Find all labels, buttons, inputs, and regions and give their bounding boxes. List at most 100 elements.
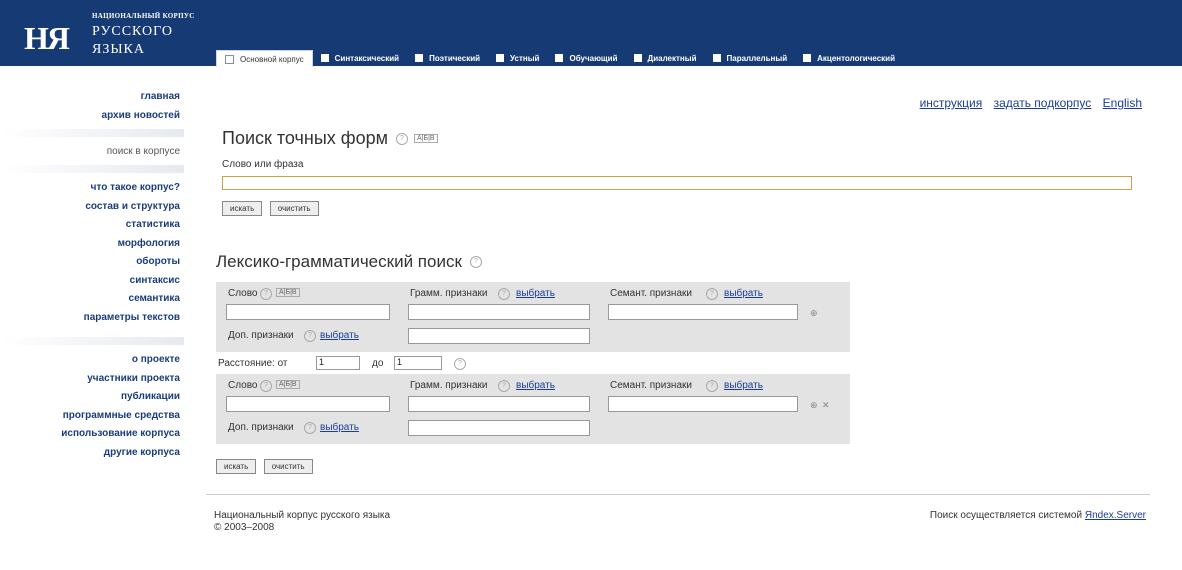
keyboard-abv-icon[interactable]: А|Б|В xyxy=(276,288,300,297)
phrase-label: Слово или фраза xyxy=(222,159,304,170)
help-icon[interactable]: ? xyxy=(469,256,482,268)
footer-divider xyxy=(206,494,1150,495)
tab-label: Основной корпус xyxy=(240,54,304,64)
sidebar-item-phrases[interactable]: обороты xyxy=(0,253,180,272)
help-icon[interactable]: ? xyxy=(498,288,510,300)
tab-label: Поэтический xyxy=(429,53,481,63)
add-word-icon[interactable]: ⊕ xyxy=(810,308,818,319)
tab-label: Устный xyxy=(510,53,540,63)
extra-choose-link[interactable]: выбрать xyxy=(320,422,359,433)
subcorpus-link[interactable]: задать подкорпус xyxy=(994,96,1092,110)
exact-search-button[interactable]: искать xyxy=(222,201,263,216)
lex-search-title: Лексико-грамматический поиск xyxy=(216,252,462,271)
english-link[interactable]: English xyxy=(1103,96,1142,110)
word-block-1: Слово ? А|Б|В Грамм. признаки ? выбрать … xyxy=(216,282,850,352)
distance-from-input[interactable]: 1 xyxy=(316,356,360,370)
lex-clear-button[interactable]: очистить xyxy=(263,459,313,474)
instruction-link[interactable]: инструкция xyxy=(920,96,983,110)
tab-syntactic[interactable]: Синтаксический xyxy=(313,50,407,66)
gramm-choose-link[interactable]: выбрать xyxy=(516,288,555,299)
sidebar-item-about[interactable]: о проекте xyxy=(0,351,180,370)
sidebar-item-home[interactable]: главная xyxy=(0,88,180,107)
tab-spoken[interactable]: Устный xyxy=(488,50,547,66)
footer-right: Поиск осуществляется системой Яndex.Serv… xyxy=(930,510,1146,521)
exact-clear-button[interactable]: очистить xyxy=(269,201,319,216)
extra-choose-link[interactable]: выбрать xyxy=(320,330,359,341)
tab-main-corpus[interactable]: Основной корпус xyxy=(216,50,313,67)
logo[interactable]: НЯ xyxy=(10,8,82,60)
logo-mark: НЯ xyxy=(24,20,70,56)
tab-square-icon xyxy=(415,54,424,62)
help-icon[interactable]: ? xyxy=(454,358,466,370)
sidebar-item-participants[interactable]: участники проекта xyxy=(0,370,180,389)
sidebar-item-software[interactable]: программные средства xyxy=(0,407,180,426)
gramm-choose-link[interactable]: выбрать xyxy=(516,380,555,391)
exact-search-section: Поиск точных форм ? А|Б|В Слово или фраз… xyxy=(206,128,1146,216)
sidebar-item-other-corpora[interactable]: другие корпуса xyxy=(0,444,180,463)
tab-label: Диалектный xyxy=(647,53,697,63)
tab-poetic[interactable]: Поэтический xyxy=(407,50,488,66)
add-word-icon[interactable]: ⊕ xyxy=(810,400,818,411)
word-input[interactable] xyxy=(226,304,390,320)
logo-line2: ЯЗЫКА xyxy=(92,42,146,57)
help-icon[interactable]: ? xyxy=(304,330,316,342)
sidebar-group-info: что такое корпус? состав и структура ста… xyxy=(0,179,184,327)
keyboard-abv-icon[interactable]: А|Б|В xyxy=(276,380,300,389)
logo-small-text: НАЦИОНАЛЬНЫЙ КОРПУС xyxy=(92,12,195,20)
sidebar-item-structure[interactable]: состав и структура xyxy=(0,198,180,217)
sidebar-item-syntax[interactable]: синтаксис xyxy=(0,272,180,291)
exact-buttons: искать очистить xyxy=(222,198,1146,216)
tab-square-icon xyxy=(633,54,642,62)
remove-word-icon[interactable]: ✕ xyxy=(822,400,830,411)
tab-accent[interactable]: Акцентологический xyxy=(795,50,903,66)
tab-square-icon xyxy=(803,54,812,62)
tab-parallel[interactable]: Параллельный xyxy=(705,50,796,66)
logo-line1: РУССКОГО xyxy=(92,24,173,39)
word-label: Слово xyxy=(228,288,258,299)
extra-input[interactable] xyxy=(408,420,590,436)
tab-label: Синтаксический xyxy=(334,53,400,63)
tab-label: Акцентологический xyxy=(817,53,895,63)
sidebar-group-project: о проекте участники проекта публикации п… xyxy=(0,351,184,462)
help-icon[interactable]: ? xyxy=(260,380,272,392)
lex-search-button[interactable]: искать xyxy=(216,459,257,474)
sidebar-item-usage[interactable]: использование корпуса xyxy=(0,425,180,444)
tab-square-icon xyxy=(555,54,564,62)
extra-input[interactable] xyxy=(408,328,590,344)
sidebar-item-statistics[interactable]: статистика xyxy=(0,216,180,235)
distance-to-input[interactable]: 1 xyxy=(394,356,442,370)
sem-input[interactable] xyxy=(608,304,798,320)
yandex-server-link[interactable]: Яndex.Server xyxy=(1085,510,1146,521)
gramm-input[interactable] xyxy=(408,396,590,412)
help-icon[interactable]: ? xyxy=(396,132,408,145)
help-icon[interactable]: ? xyxy=(706,380,718,392)
sidebar-item-news-archive[interactable]: архив новостей xyxy=(0,107,180,126)
sidebar-item-publications[interactable]: публикации xyxy=(0,388,180,407)
extra-label: Доп. признаки xyxy=(228,422,294,433)
sem-label: Семант. признаки xyxy=(610,288,692,299)
header: НЯ НАЦИОНАЛЬНЫЙ КОРПУС РУССКОГО ЯЗЫКА Ос… xyxy=(0,0,1182,67)
sidebar-item-what-is-corpus[interactable]: что такое корпус? xyxy=(0,179,180,198)
word-label: Слово xyxy=(228,380,258,391)
sem-label: Семант. признаки xyxy=(610,380,692,391)
tab-learning[interactable]: Обучающий xyxy=(547,50,625,66)
sem-choose-link[interactable]: выбрать xyxy=(724,288,763,299)
tab-dialect[interactable]: Диалектный xyxy=(626,50,705,66)
gramm-label: Грамм. признаки xyxy=(410,288,488,299)
keyboard-abv-icon[interactable]: А|Б|В xyxy=(414,134,438,143)
exact-search-title: Поиск точных форм xyxy=(222,128,388,148)
sidebar-group-main: главная архив новостей xyxy=(0,88,184,125)
gramm-input[interactable] xyxy=(408,304,590,320)
phrase-input[interactable] xyxy=(222,176,1132,190)
help-icon[interactable]: ? xyxy=(706,288,718,300)
help-icon[interactable]: ? xyxy=(260,288,272,300)
sidebar-item-text-params[interactable]: параметры текстов xyxy=(0,309,180,328)
sidebar-item-morphology[interactable]: морфология xyxy=(0,235,180,254)
word-input[interactable] xyxy=(226,396,390,412)
sem-input[interactable] xyxy=(608,396,798,412)
sem-choose-link[interactable]: выбрать xyxy=(724,380,763,391)
sidebar-item-semantics[interactable]: семантика xyxy=(0,290,180,309)
help-icon[interactable]: ? xyxy=(304,422,316,434)
help-icon[interactable]: ? xyxy=(498,380,510,392)
footer-copyright: © 2003–2008 xyxy=(214,522,275,533)
